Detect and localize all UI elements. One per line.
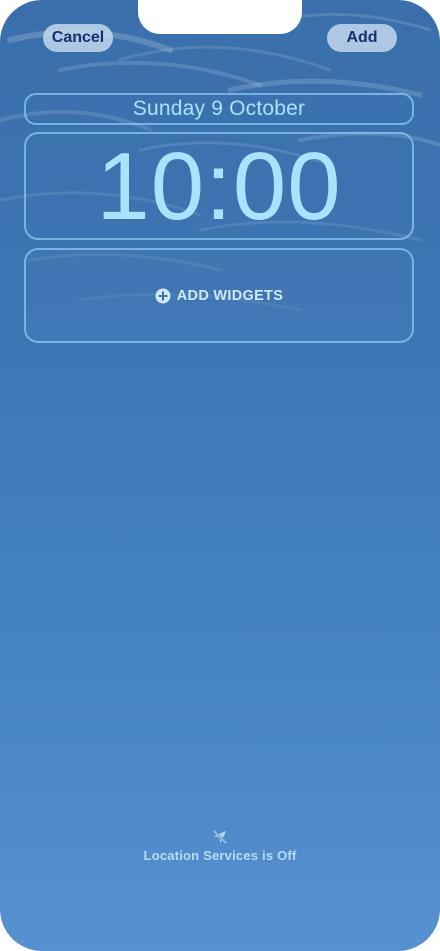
add-widgets-label: ADD WIDGETS (176, 287, 284, 304)
lockscreen-editor: Cancel Add Sunday 9 October 10:00 ADD WI… (0, 0, 440, 951)
date-label: Sunday 9 October (132, 97, 306, 120)
device-notch (138, 0, 302, 34)
location-off-icon (212, 829, 228, 845)
add-widgets-area[interactable]: ADD WIDGETS (24, 248, 414, 343)
location-status: Location Services is Off (0, 828, 440, 863)
plus-circle-icon (155, 288, 171, 303)
add-button[interactable]: Add (327, 24, 397, 52)
clock-time: 10:00 (96, 133, 342, 240)
cancel-button[interactable]: Cancel (43, 24, 113, 52)
add-widgets-button[interactable]: ADD WIDGETS (155, 288, 283, 304)
location-status-text: Location Services is Off (143, 848, 297, 863)
date-widget-frame[interactable]: Sunday 9 October (24, 93, 414, 125)
clock-frame[interactable]: 10:00 (24, 132, 414, 240)
